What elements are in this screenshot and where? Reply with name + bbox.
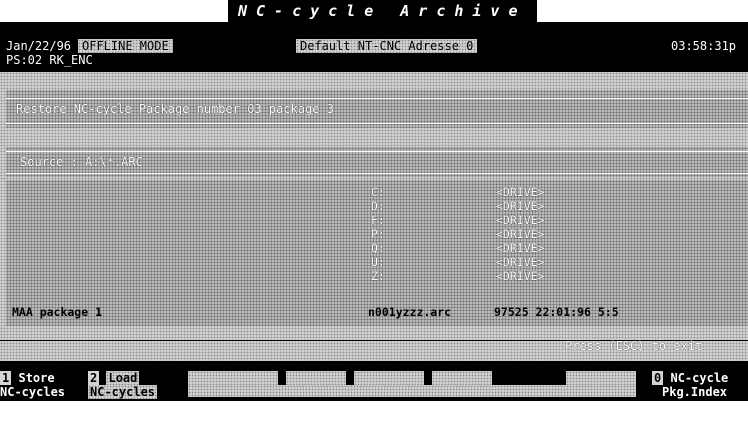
title-bar: NC-cycle Archive (0, 0, 748, 22)
fkey-number: 0 (652, 371, 664, 385)
drive-letter: U: (371, 255, 385, 269)
fkey-blank[interactable] (354, 371, 424, 385)
drive-tag: <DRIVE> (496, 227, 545, 241)
drive-letter: C: (371, 185, 385, 199)
fkey-blank[interactable] (286, 371, 346, 385)
package-name: MAA package 1 (12, 305, 103, 319)
drive-tag: <DRIVE> (496, 241, 545, 255)
list-item[interactable]: D: <DRIVE> (6, 200, 748, 213)
list-item[interactable]: U: <DRIVE> (6, 256, 748, 269)
mode-badge: OFFLINE MODE (78, 39, 173, 53)
source-field[interactable]: Source : A:\*.ARC (20, 155, 143, 169)
source-bar[interactable]: Source : A:\*.ARC (6, 147, 748, 177)
panel-title: Restore NC-cycle Package number 03 packa… (16, 102, 334, 116)
fkey-number: 2 (88, 371, 100, 385)
list-item[interactable]: C: <DRIVE> (6, 186, 748, 199)
address-label: Default NT-CNC Adresse 0 (296, 39, 478, 53)
drive-tag: <DRIVE> (496, 185, 545, 199)
fkey-label: Load (106, 371, 140, 385)
drive-tag: <DRIVE> (496, 269, 545, 283)
fkey-blank[interactable] (566, 371, 636, 385)
fkey-blank[interactable] (188, 385, 636, 397)
fkey-load[interactable]: 2 Load NC-cycles (88, 371, 158, 399)
function-key-bar: 1 Store NC-cycles 2 Load NC-cycles 0 NC-… (0, 361, 748, 401)
press-esc-hint: Press (ESC) to exit (565, 339, 703, 353)
fkey-sublabel: Pkg.Index (662, 385, 728, 399)
drive-tag: <DRIVE> (496, 213, 545, 227)
panel-title-bar: Restore NC-cycle Package number 03 packa… (6, 90, 748, 128)
fkey-sublabel: NC-cycles (88, 385, 158, 399)
package-row[interactable]: MAA package 1 n001yzzz.arc 97525 22:01:9… (6, 305, 748, 319)
fkey-label: Store (18, 371, 55, 385)
drive-letter: Z: (371, 269, 385, 283)
header-bar: Jan/22/96 OFFLINE MODE Default NT-CNC Ad… (0, 22, 748, 72)
list-item[interactable]: Z: <DRIVE> (6, 270, 748, 283)
list-item[interactable]: P: <DRIVE> (6, 228, 748, 241)
fkey-blank[interactable] (188, 371, 278, 385)
source-label: Source (20, 155, 64, 169)
header-ps: PS:02 RK_ENC (6, 53, 93, 67)
dos-screen: NC-cycle Archive Jan/22/96 OFFLINE MODE … (0, 0, 748, 421)
drive-letter: F: (371, 213, 385, 227)
header-date: Jan/22/96 (6, 39, 72, 53)
drive-tag: <DRIVE> (496, 199, 545, 213)
fkey-store[interactable]: 1 Store NC-cycles (0, 371, 65, 399)
fkey-number: 1 (0, 371, 12, 385)
drive-letter: P: (371, 227, 385, 241)
source-sep: : (63, 155, 86, 169)
drive-letter: Q: (371, 241, 385, 255)
fkey-label: NC-cycle (670, 371, 729, 385)
package-file: n001yzzz.arc (368, 305, 452, 319)
app-title: NC-cycle Archive (228, 0, 537, 22)
drive-letter: D: (371, 199, 385, 213)
fkey-sublabel: NC-cycles (0, 385, 66, 399)
drive-tag: <DRIVE> (496, 255, 545, 269)
source-value[interactable]: A:\*.ARC (85, 155, 143, 169)
package-meta: 97525 22:01:96 5:5 (494, 305, 619, 319)
list-item[interactable]: Q: <DRIVE> (6, 242, 748, 255)
fkey-pkg-index[interactable]: 0 NC-cycle Pkg.Index (652, 371, 728, 399)
header-time: 03:58:31p (671, 39, 737, 53)
fkey-blank[interactable] (432, 371, 492, 385)
list-item[interactable]: F: <DRIVE> (6, 214, 748, 227)
